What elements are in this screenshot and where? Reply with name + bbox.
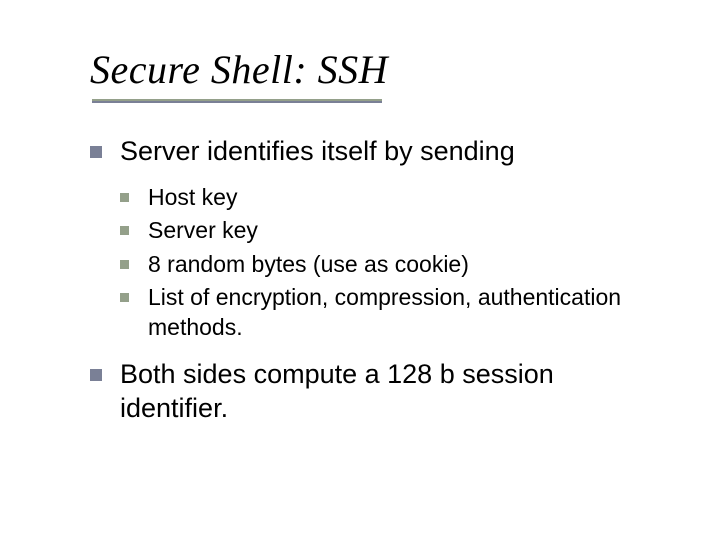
square-bullet-icon — [120, 226, 129, 235]
list-item: List of encryption, compression, authent… — [120, 283, 650, 342]
square-bullet-icon — [90, 146, 102, 158]
list-item: 8 random bytes (use as cookie) — [120, 250, 650, 279]
square-bullet-icon — [120, 293, 129, 302]
title-rule-bottom — [92, 101, 382, 103]
bullet-list: Server identifies itself by sending Host… — [90, 135, 650, 425]
list-item-text: List of encryption, compression, authent… — [148, 284, 621, 339]
list-item-text: Host key — [148, 184, 237, 210]
list-item: Both sides compute a 128 b session ident… — [90, 358, 650, 426]
square-bullet-icon — [120, 260, 129, 269]
square-bullet-icon — [120, 193, 129, 202]
list-item-text: Both sides compute a 128 b session ident… — [120, 359, 554, 423]
square-bullet-icon — [90, 369, 102, 381]
list-item: Server key — [120, 216, 650, 245]
list-item-text: Server identifies itself by sending — [120, 136, 515, 166]
list-item-text: Server key — [148, 217, 258, 243]
slide: Secure Shell: SSH Server identifies itse… — [0, 0, 720, 481]
slide-body: Server identifies itself by sending Host… — [90, 135, 650, 425]
slide-title: Secure Shell: SSH — [90, 46, 650, 93]
sub-bullet-list: Host key Server key 8 random bytes (use … — [120, 183, 650, 342]
list-item: Server identifies itself by sending Host… — [90, 135, 650, 342]
list-item: Host key — [120, 183, 650, 212]
list-item-text: 8 random bytes (use as cookie) — [148, 251, 469, 277]
